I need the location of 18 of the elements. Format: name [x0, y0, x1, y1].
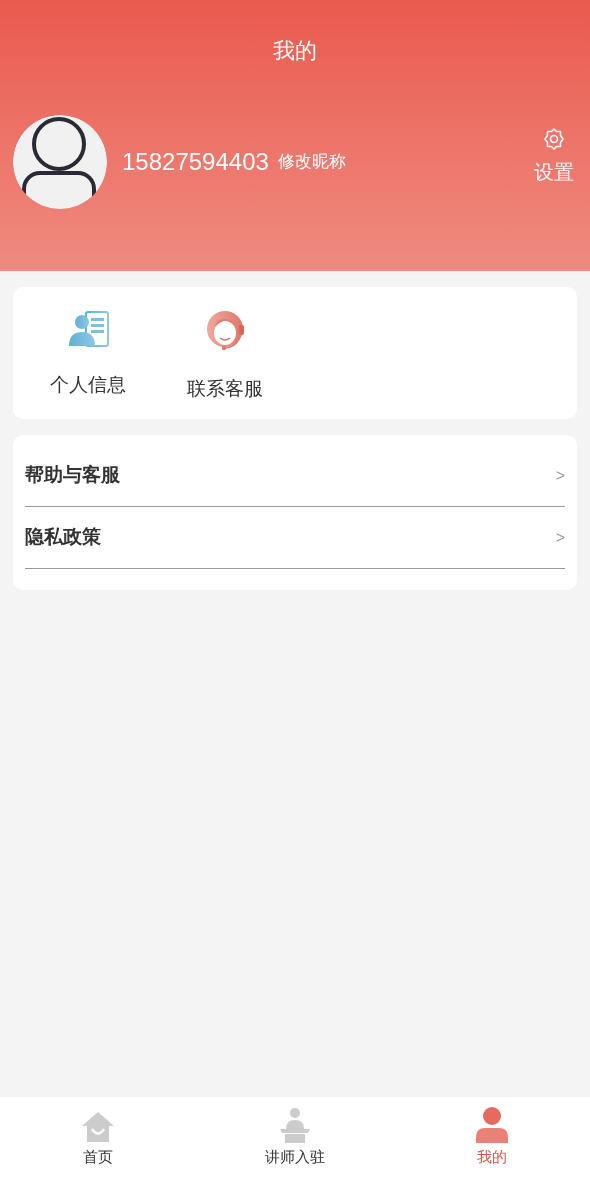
- chevron-icon: >: [555, 463, 565, 488]
- shortcut-item[interactable]: 个人信息: [33, 287, 143, 419]
- tab-item[interactable]: 首页: [0, 1097, 197, 1178]
- menu-label: 帮助与客服: [25, 463, 120, 488]
- page-title: 我的: [273, 36, 317, 65]
- tab-item[interactable]: 讲师入驻: [196, 1097, 394, 1178]
- phone-number: 15827594403: [122, 147, 269, 177]
- person-icon: [474, 1107, 509, 1143]
- shortcut-item[interactable]: 联系客服: [170, 287, 280, 419]
- menu-item[interactable]: 隐私政策 >: [25, 507, 565, 569]
- menu-item[interactable]: 帮助与客服 >: [25, 445, 565, 507]
- settings-icon: [542, 127, 566, 151]
- avatar-icon: [13, 115, 107, 209]
- menu-label: 隐私政策: [25, 525, 101, 550]
- tab-item[interactable]: 我的: [393, 1097, 590, 1178]
- lecturer-podium-icon: [279, 1107, 311, 1143]
- house-icon: [81, 1111, 116, 1143]
- chevron-icon: >: [555, 525, 565, 550]
